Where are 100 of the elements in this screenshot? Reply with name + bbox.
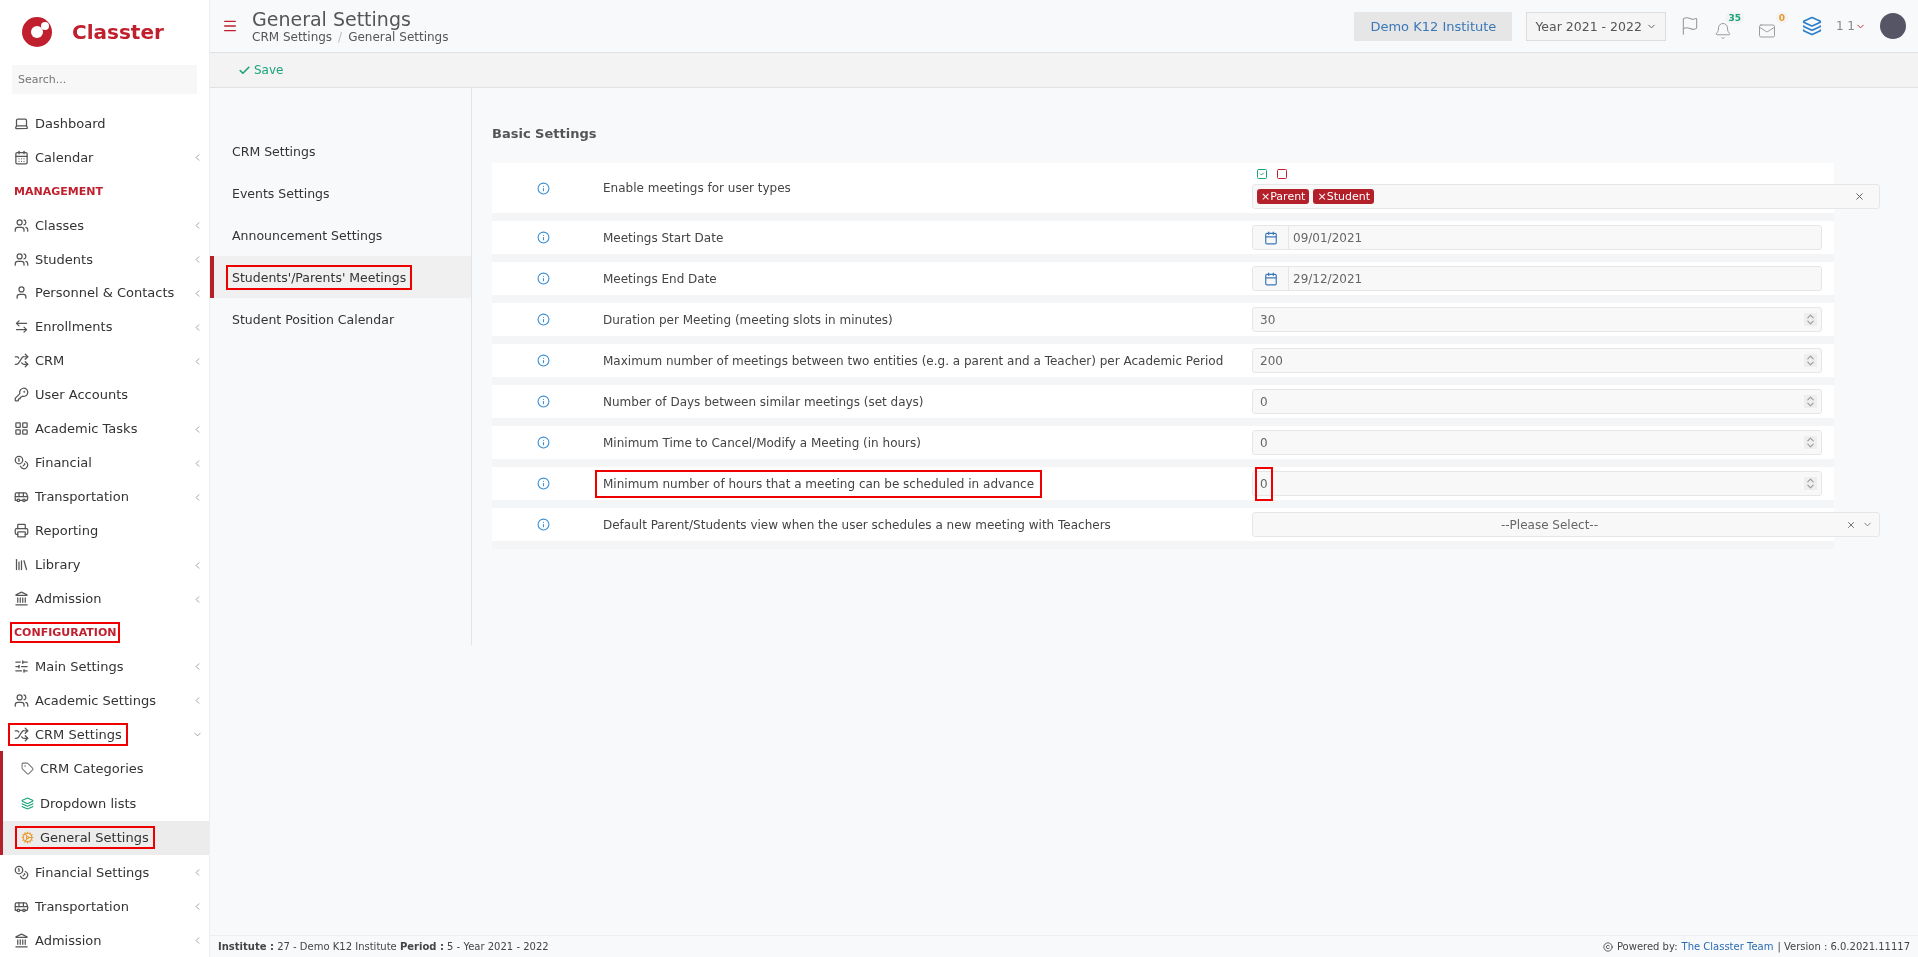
info-icon[interactable]	[537, 272, 550, 285]
sidebar-item[interactable]: User Accounts	[0, 377, 209, 412]
info-icon[interactable]	[537, 518, 550, 531]
number-field[interactable]: 0	[1252, 389, 1822, 414]
sidebar-item[interactable]: Dashboard	[0, 106, 209, 141]
settings-tab[interactable]: Student Position Calendar	[210, 298, 471, 340]
spinner-icon[interactable]	[1804, 436, 1817, 449]
coins-icon	[14, 455, 29, 471]
sidebar-item[interactable]: Calendar	[0, 140, 209, 175]
layers-icon[interactable]	[1801, 16, 1822, 36]
shuffle-icon	[14, 726, 29, 742]
settings-tab[interactable]: Students'/Parents' Meetings	[210, 256, 471, 298]
menu-icon[interactable]	[222, 18, 238, 34]
number-value: 0	[1259, 393, 1269, 411]
info-icon[interactable]	[537, 313, 550, 326]
sidebar-item[interactable]: Admission	[0, 581, 209, 616]
sidebar-item[interactable]: Classes	[0, 208, 209, 243]
tag-chip[interactable]: ×Parent	[1257, 188, 1310, 204]
institute-label[interactable]: Demo K12 Institute	[1354, 11, 1513, 41]
sidebar-item[interactable]: Admission	[0, 923, 209, 957]
spinner-icon[interactable]	[1804, 395, 1817, 408]
clear-icon[interactable]	[1846, 519, 1856, 530]
sidebar-item[interactable]: CRM Settings	[0, 717, 209, 752]
date-field[interactable]: 09/01/2021	[1252, 225, 1822, 250]
select-field[interactable]: --Please Select--	[1252, 512, 1880, 537]
date-field[interactable]: 29/12/2021	[1252, 266, 1822, 291]
deselect-all-icon[interactable]	[1276, 167, 1288, 180]
printer-icon	[14, 523, 29, 539]
info-icon[interactable]	[537, 181, 550, 195]
section-heading: CONFIGURATION	[10, 622, 121, 643]
sidebar-item[interactable]: Main Settings	[0, 649, 209, 684]
year-dropdown[interactable]: Year 2021 - 2022	[1526, 11, 1666, 41]
user-menu[interactable]: 1 1	[1835, 19, 1866, 33]
multi-select-field[interactable]: ×Parent ×Student	[1252, 183, 1880, 209]
number-field[interactable]: 30	[1252, 307, 1822, 332]
user-icon	[14, 285, 29, 301]
sidebar-item[interactable]: Financial	[0, 445, 209, 480]
settings-tab[interactable]: Announcement Settings	[210, 214, 471, 256]
clear-icon[interactable]	[1854, 190, 1865, 202]
setting-label: Meetings End Date	[602, 270, 718, 288]
settings-tab[interactable]: CRM Settings	[210, 130, 471, 172]
bus-icon	[14, 489, 29, 505]
sidebar-subitem[interactable]: General Settings	[3, 820, 209, 856]
check-icon	[238, 63, 251, 77]
sliders-icon	[14, 658, 29, 674]
calendar-icon	[1263, 230, 1278, 245]
sidebar-item[interactable]: Reporting	[0, 513, 209, 548]
tag-chip[interactable]: ×Student	[1313, 188, 1374, 204]
sidebar-subitem[interactable]: Dropdown lists	[3, 785, 209, 821]
copyright-icon	[1602, 941, 1613, 952]
calendar-icon	[14, 149, 29, 165]
people-icon	[14, 692, 29, 708]
building-icon	[14, 932, 29, 948]
select-all-icon[interactable]	[1256, 167, 1268, 180]
sidebar-item[interactable]: CRM	[0, 343, 209, 378]
sidebar-subitem[interactable]: CRM Categories	[3, 751, 209, 786]
people-icon	[14, 217, 29, 233]
info-icon[interactable]	[537, 477, 550, 490]
sidebar-item[interactable]: Transportation	[0, 479, 209, 514]
spinner-icon[interactable]	[1804, 354, 1817, 367]
sidebar-item[interactable]: Library	[0, 547, 209, 582]
page-title: General Settings	[252, 8, 411, 30]
version-text: | Version : 6.0.2021.11117	[1777, 941, 1910, 952]
bell-icon	[1713, 22, 1732, 40]
search-field[interactable]: Search...	[12, 64, 197, 95]
info-icon[interactable]	[537, 395, 550, 408]
brand-name: Classter	[72, 20, 164, 45]
setting-label: Enable meetings for user types	[602, 180, 792, 197]
sidebar-item[interactable]: Transportation	[0, 889, 209, 924]
sidebar-item[interactable]: Academic Settings	[0, 683, 209, 718]
sidebar-item[interactable]: Financial Settings	[0, 855, 209, 890]
books-icon	[14, 557, 29, 573]
settings-tab[interactable]: Events Settings	[210, 172, 471, 214]
remove-tag-button[interactable]: ×	[1261, 189, 1271, 203]
sidebar-item[interactable]: Enrollments	[0, 309, 209, 344]
number-field[interactable]: 0	[1252, 430, 1822, 455]
sidebar-item[interactable]: Academic Tasks	[0, 411, 209, 446]
shuffle-icon	[14, 353, 29, 369]
laptop-icon	[14, 115, 29, 131]
info-icon[interactable]	[537, 354, 550, 367]
layers-icon	[21, 796, 34, 810]
number-field[interactable]: 200	[1252, 348, 1822, 373]
spinner-icon[interactable]	[1804, 313, 1817, 326]
sidebar-item[interactable]: Personnel & Contacts	[0, 276, 209, 310]
spinner-icon[interactable]	[1804, 477, 1817, 490]
info-icon[interactable]	[537, 231, 550, 244]
breadcrumb-item[interactable]: CRM Settings	[252, 30, 333, 44]
tag-icon	[21, 762, 34, 776]
grid-icon	[14, 421, 29, 437]
footer-info: Institute : 27 - Demo K12 Institute Period : 5 - Year 2021 - 2022	[218, 941, 549, 952]
remove-tag-button[interactable]: ×	[1317, 189, 1327, 203]
setting-label: Default Parent/Students view when the user schedules a new meeting with Teachers	[602, 516, 1112, 534]
envelope-icon	[1757, 22, 1776, 40]
avatar[interactable]	[1880, 13, 1906, 39]
sidebar-item[interactable]: Students	[0, 242, 209, 276]
info-icon[interactable]	[537, 436, 550, 449]
coins-icon	[14, 864, 29, 880]
breadcrumb-separator: /	[338, 30, 343, 44]
team-link[interactable]: The Classter Team	[1681, 941, 1774, 952]
arrows-icon	[14, 319, 29, 335]
